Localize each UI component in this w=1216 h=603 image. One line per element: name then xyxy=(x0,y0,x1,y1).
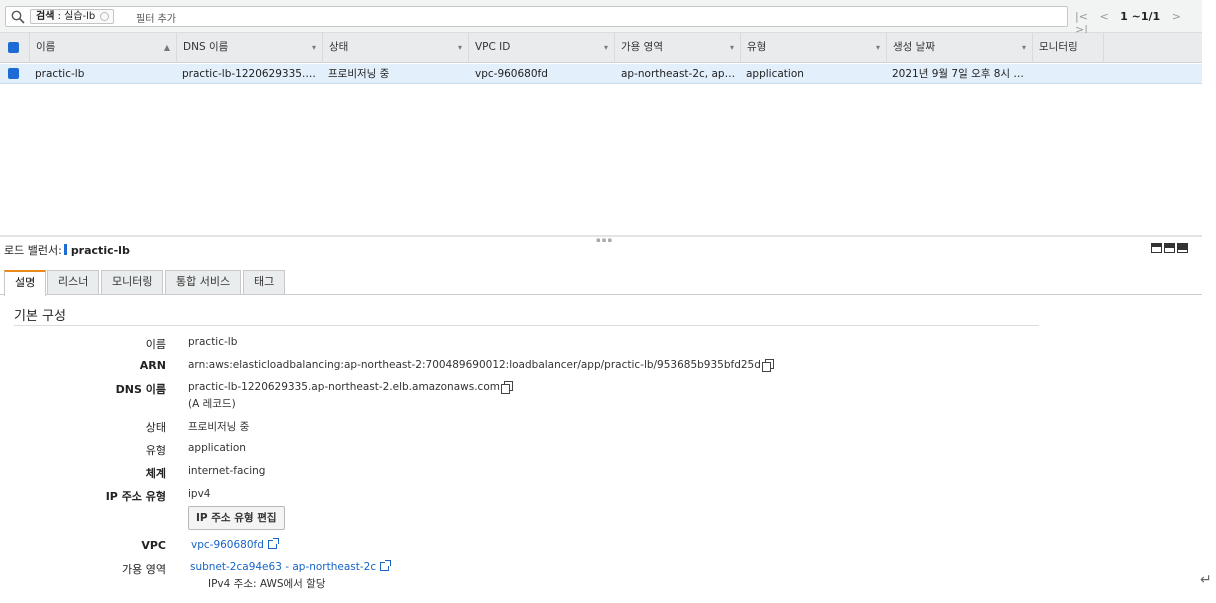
cell-status: 프로비저닝 중 xyxy=(328,68,390,80)
search-filter-chip[interactable]: 검색 : 실습-lb xyxy=(30,9,115,24)
chip-key: 검색 xyxy=(36,11,55,22)
sort-icon: ▾ xyxy=(875,43,880,52)
detail-title-label: 로드 밸런서: xyxy=(4,244,62,257)
field-label-ip-type: IP 주소 유형 xyxy=(105,490,166,503)
prev-page-button[interactable]: < xyxy=(1099,10,1108,23)
field-value-arn: arn:aws:elasticloadbalancing:ap-northeas… xyxy=(188,359,761,371)
layout-full-icon[interactable] xyxy=(1177,243,1188,253)
select-all-checkbox[interactable] xyxy=(8,42,19,53)
tab-description[interactable]: 설명 xyxy=(4,270,47,296)
cell-vpc: vpc-960680fd xyxy=(475,68,548,80)
field-label-arn: ARN xyxy=(139,359,166,372)
table-header: 이름 ▲ DNS 이름 ▾ 상태 ▾ VPC ID ▾ 가용 영역 ▾ 유형 ▾ 생성 날짜… xyxy=(0,33,1202,63)
copy-icon[interactable] xyxy=(761,359,774,372)
first-page-button[interactable]: |< xyxy=(1075,10,1088,23)
search-icon xyxy=(11,10,25,24)
tab-integrated-services[interactable]: 통합 서비스 xyxy=(165,270,242,294)
sort-asc-icon: ▲ xyxy=(163,43,170,52)
column-header-dns[interactable]: DNS 이름 ▾ xyxy=(176,33,322,63)
layout-toggles xyxy=(1149,243,1188,256)
chip-value: : 실습-lb xyxy=(54,11,96,22)
column-header-status[interactable]: 상태 ▾ xyxy=(322,33,468,63)
tab-listeners[interactable]: 리스너 xyxy=(47,270,100,294)
page-range: 1 ~1/1 xyxy=(1120,10,1161,23)
table-row[interactable]: practic-lb practic-lb-1220629335.ap-no..… xyxy=(0,64,1202,84)
lb-color-marker xyxy=(63,244,67,255)
column-header-az[interactable]: 가용 영역 ▾ xyxy=(614,33,740,63)
column-header-monitoring[interactable]: 모니터링 xyxy=(1032,33,1104,63)
row-checkbox[interactable] xyxy=(8,68,19,79)
cell-dns: practic-lb-1220629335.ap-no... xyxy=(182,68,320,80)
field-label-type: 유형 xyxy=(145,444,166,457)
edit-ip-type-button[interactable]: IP 주소 유형 편집 xyxy=(188,506,285,530)
field-value-type: application xyxy=(188,442,246,454)
column-header-created[interactable]: 생성 날짜 ▾ xyxy=(886,33,1032,63)
sort-icon: ▾ xyxy=(457,43,462,52)
return-arrow-icon: ↵ xyxy=(1200,572,1212,588)
cell-type: application xyxy=(746,68,804,80)
field-value-status: 프로비저닝 중 xyxy=(188,421,250,433)
field-label-scheme: 체계 xyxy=(145,467,166,480)
filter-toolbar: 검색 : 실습-lb 필터 추가 |< < 1 ~1/1 > >| xyxy=(0,0,1202,36)
cell-created: 2021년 9월 7일 오후 8시 54... xyxy=(892,68,1026,80)
field-arn: arn:aws:elasticloadbalancing:ap-northeas… xyxy=(188,359,774,372)
sort-icon: ▾ xyxy=(729,43,734,52)
cell-monitoring xyxy=(1038,64,1098,84)
next-page-button[interactable]: > xyxy=(1172,10,1181,23)
field-label-status: 상태 xyxy=(145,421,166,434)
detail-title-name: practic-lb xyxy=(70,244,130,257)
detail-tabs: 설명 리스너 모니터링 통합 서비스 태그 xyxy=(0,268,1202,296)
field-value-name: practic-lb xyxy=(188,336,238,348)
sort-icon: ▾ xyxy=(1021,43,1026,52)
external-link-icon[interactable] xyxy=(267,538,279,549)
vpc-link[interactable]: vpc-960680fd xyxy=(191,539,264,551)
external-link-icon[interactable] xyxy=(380,560,392,571)
search-input[interactable]: 검색 : 실습-lb 필터 추가 xyxy=(5,6,1068,27)
field-az: subnet-2ca94e63 - ap-northeast-2c xyxy=(190,560,392,573)
section-divider xyxy=(14,325,1039,326)
sort-icon: ▾ xyxy=(603,43,608,52)
field-label-vpc: VPC xyxy=(141,539,166,552)
sort-icon: ▾ xyxy=(311,43,316,52)
field-value-scheme: internet-facing xyxy=(188,465,266,477)
field-label-az: 가용 영역 xyxy=(122,563,166,576)
field-value-ip-type: ipv4 xyxy=(188,488,211,500)
layout-split-icon[interactable] xyxy=(1151,243,1162,253)
cell-az: ap-northeast-2c, ap-nor... xyxy=(621,68,737,80)
field-value-dns: practic-lb-1220629335.ap-northeast-2.elb… xyxy=(188,381,500,393)
remove-filter-icon[interactable] xyxy=(100,12,110,21)
field-vpc: vpc-960680fd xyxy=(191,538,279,551)
subnet-link[interactable]: subnet-2ca94e63 - ap-northeast-2c xyxy=(190,561,376,573)
column-header-name[interactable]: 이름 ▲ xyxy=(29,33,176,63)
drag-handle-icon[interactable]: ▪▪▪ xyxy=(596,236,613,244)
section-title: 기본 구성 xyxy=(14,309,66,324)
cell-name: practic-lb xyxy=(35,68,85,80)
copy-icon[interactable] xyxy=(500,381,513,394)
field-az-note: IPv4 주소: AWS에서 할당 xyxy=(208,578,326,590)
search-placeholder: 필터 추가 xyxy=(136,14,176,25)
field-label-name: 이름 xyxy=(145,338,166,351)
column-header-type[interactable]: 유형 ▾ xyxy=(740,33,886,63)
field-dns-note: (A 레코드) xyxy=(188,398,236,410)
field-label-dns: DNS 이름 xyxy=(115,383,166,396)
field-dns: practic-lb-1220629335.ap-northeast-2.elb… xyxy=(188,381,513,394)
column-header-vpc[interactable]: VPC ID ▾ xyxy=(468,33,614,63)
tab-monitoring[interactable]: 모니터링 xyxy=(101,270,164,294)
layout-bottom-icon[interactable] xyxy=(1164,243,1175,253)
detail-title: 로드 밸런서: practic-lb xyxy=(4,242,130,258)
tab-tags[interactable]: 태그 xyxy=(243,270,286,294)
